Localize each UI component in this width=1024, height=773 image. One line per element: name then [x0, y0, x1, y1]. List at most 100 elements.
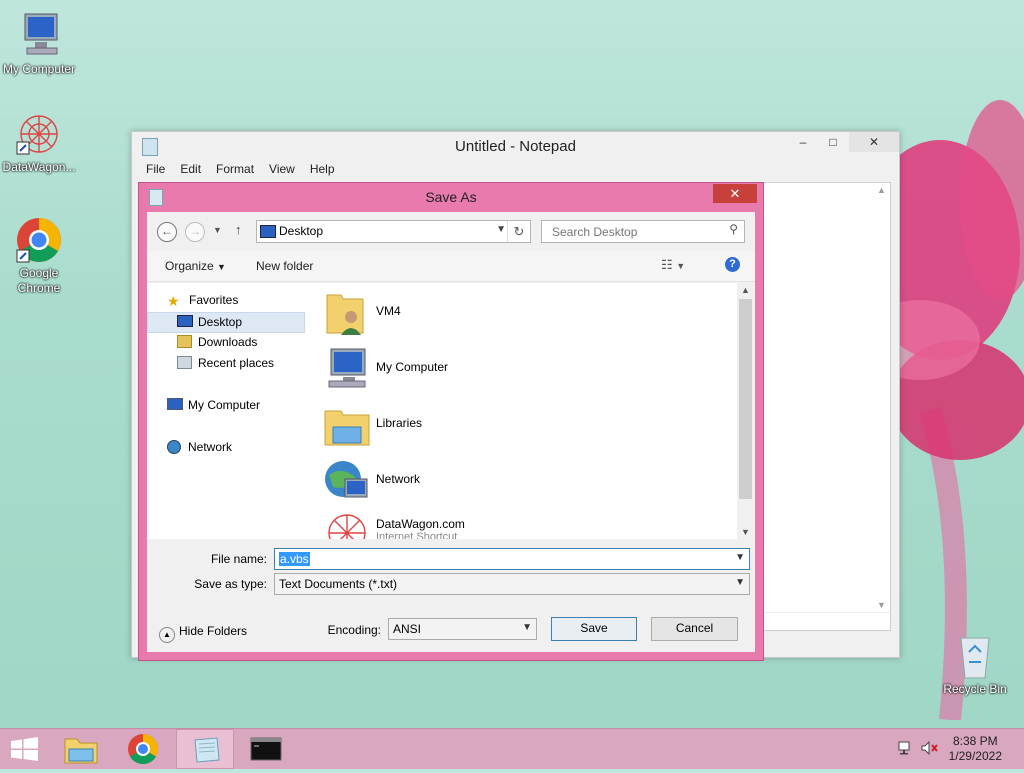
chrome-icon — [15, 216, 63, 264]
downloads-icon — [177, 335, 192, 348]
organize-button[interactable]: Organize ▼ — [165, 259, 226, 273]
list-item-vm4[interactable]: VM4 — [323, 289, 703, 341]
organize-label: Organize — [165, 259, 214, 273]
save-as-body: ← → ▼ ↑ Desktop ▼ ↻ ⚲ Organize ▼ New fol… — [147, 212, 755, 652]
clock-time: 8:38 PM — [952, 734, 998, 748]
desktop-icon-chrome[interactable]: Google Chrome — [0, 216, 81, 296]
chevron-down-icon[interactable]: ▼ — [496, 224, 506, 235]
search-input[interactable] — [550, 223, 724, 241]
nav-item-my-computer[interactable]: My Computer — [167, 396, 260, 415]
nav-label: Favorites — [189, 293, 239, 307]
navigation-bar: ← → ▼ ↑ Desktop ▼ ↻ ⚲ — [147, 212, 755, 250]
network-tray-icon[interactable] — [898, 741, 914, 755]
menu-edit[interactable]: Edit — [172, 160, 208, 176]
menu-format[interactable]: Format — [208, 160, 261, 176]
file-list-scrollbar[interactable]: ▲ ▼ — [737, 283, 755, 539]
menu-help[interactable]: Help — [302, 160, 342, 176]
file-name-value[interactable]: a.vbs — [279, 552, 310, 566]
scroll-up-icon[interactable]: ▲ — [877, 185, 886, 195]
taskbar-notepad[interactable] — [176, 729, 234, 769]
help-icon[interactable]: ? — [725, 257, 740, 272]
cancel-button[interactable]: Cancel — [651, 617, 738, 641]
chevron-down-icon[interactable]: ▼ — [522, 622, 532, 633]
desktop-icon-recycle-bin[interactable]: Recycle Bin — [933, 632, 1017, 697]
list-item-network[interactable]: Network — [323, 457, 703, 509]
network-icon — [167, 440, 182, 454]
selected-text: a.vbs — [279, 552, 310, 566]
taskbar-chrome[interactable] — [114, 729, 172, 769]
notepad-icon — [194, 737, 220, 763]
desktop-icon-label: DataWagon... — [2, 160, 76, 174]
chevron-down-icon: ▼ — [217, 262, 226, 272]
start-button[interactable] — [0, 729, 50, 769]
windows-logo-icon — [11, 737, 38, 761]
notepad-menubar: File Edit Format View Help — [132, 160, 899, 180]
address-text: Desktop — [279, 224, 324, 238]
libraries-icon — [324, 410, 370, 446]
network-icon — [325, 461, 368, 498]
scroll-up-icon[interactable]: ▲ — [741, 285, 750, 295]
back-arrow-icon[interactable]: ← — [157, 222, 177, 242]
nav-item-recent-places[interactable]: Recent places — [177, 354, 274, 373]
system-clock[interactable]: 8:38 PM 1/29/2022 — [949, 734, 1002, 764]
desktop-icon — [260, 225, 276, 238]
file-name-field[interactable]: a.vbs ▼ — [274, 548, 750, 570]
save-type-dropdown[interactable]: Text Documents (*.txt) ▼ — [274, 573, 750, 595]
nav-item-desktop[interactable]: Desktop — [147, 312, 305, 333]
recent-locations-chevron-icon[interactable]: ▼ — [213, 225, 222, 235]
nav-item-favorites[interactable]: ★ Favorites — [167, 291, 238, 310]
menu-file[interactable]: File — [138, 160, 172, 176]
datawagon-icon — [328, 514, 366, 539]
computer-icon — [167, 398, 183, 411]
scroll-down-icon[interactable]: ▼ — [741, 527, 750, 537]
minimize-button[interactable]: – — [789, 132, 817, 152]
desktop-icon-datawagon[interactable]: DataWagon... — [0, 110, 81, 175]
scrollbar-thumb[interactable] — [739, 299, 752, 499]
list-item-libraries[interactable]: Libraries — [323, 401, 703, 453]
maximize-button[interactable]: □ — [819, 132, 847, 152]
file-name: My Computer — [376, 360, 449, 374]
file-list[interactable]: VM4 My Computer Libraries Network DataWa… — [307, 283, 737, 539]
save-as-titlebar[interactable]: Save As ✕ — [139, 183, 763, 211]
chevron-down-icon[interactable]: ▼ — [735, 552, 745, 563]
close-button[interactable]: ✕ — [713, 184, 757, 203]
navigation-pane: ★ Favorites Desktop Downloads Recent plac… — [147, 283, 307, 539]
file-name: Network — [376, 472, 421, 486]
save-as-dialog[interactable]: Save As ✕ ← → ▼ ↑ Desktop ▼ ↻ ⚲ Organize… — [138, 182, 764, 661]
clock-date: 1/29/2022 — [948, 749, 1002, 763]
desktop-icon-label: My Computer — [2, 62, 76, 76]
user-folder-icon — [326, 294, 364, 335]
search-icon[interactable]: ⚲ — [729, 222, 738, 236]
nav-item-downloads[interactable]: Downloads — [177, 333, 257, 352]
scroll-down-icon[interactable]: ▼ — [877, 600, 886, 610]
hide-folders-label: Hide Folders — [179, 624, 248, 638]
save-button[interactable]: Save — [551, 617, 637, 641]
recycle-bin-icon — [955, 632, 995, 680]
new-folder-button[interactable]: New folder — [256, 259, 313, 273]
forward-arrow-icon[interactable]: → — [185, 222, 205, 242]
view-options-icon[interactable]: ☷ ▼ — [661, 257, 685, 273]
datawagon-icon — [15, 110, 63, 158]
list-item-my-computer[interactable]: My Computer — [323, 345, 703, 397]
nav-item-network[interactable]: Network — [167, 438, 232, 457]
desktop-icon-my-computer[interactable]: My Computer — [0, 12, 81, 77]
notepad-vertical-scrollbar[interactable]: ▲ ▼ — [873, 183, 890, 630]
up-arrow-icon[interactable]: ↑ — [235, 222, 242, 237]
taskbar-file-explorer[interactable] — [53, 729, 111, 769]
nav-label: Network — [188, 440, 233, 454]
refresh-icon[interactable]: ↻ — [507, 221, 530, 242]
menu-view[interactable]: View — [261, 160, 302, 176]
save-type-label: Save as type: — [194, 577, 267, 591]
hide-folders-button[interactable]: ▲ Hide Folders — [159, 624, 247, 643]
volume-muted-icon[interactable] — [921, 740, 939, 756]
address-bar[interactable]: Desktop ▼ ↻ — [256, 220, 531, 243]
taskbar-command-prompt[interactable] — [237, 729, 295, 769]
search-box[interactable]: ⚲ — [541, 220, 745, 243]
chevron-down-icon[interactable]: ▼ — [735, 577, 745, 588]
list-item-datawagon[interactable]: DataWagon.com Internet Shortcut — [323, 509, 703, 539]
encoding-dropdown[interactable]: ANSI ▼ — [388, 618, 537, 640]
notepad-titlebar[interactable]: Untitled - Notepad – □ ✕ — [132, 132, 899, 160]
close-button[interactable]: ✕ — [849, 132, 899, 152]
desktop-icon-label: Recycle Bin — [943, 682, 1007, 696]
chevron-up-icon: ▲ — [159, 627, 175, 643]
